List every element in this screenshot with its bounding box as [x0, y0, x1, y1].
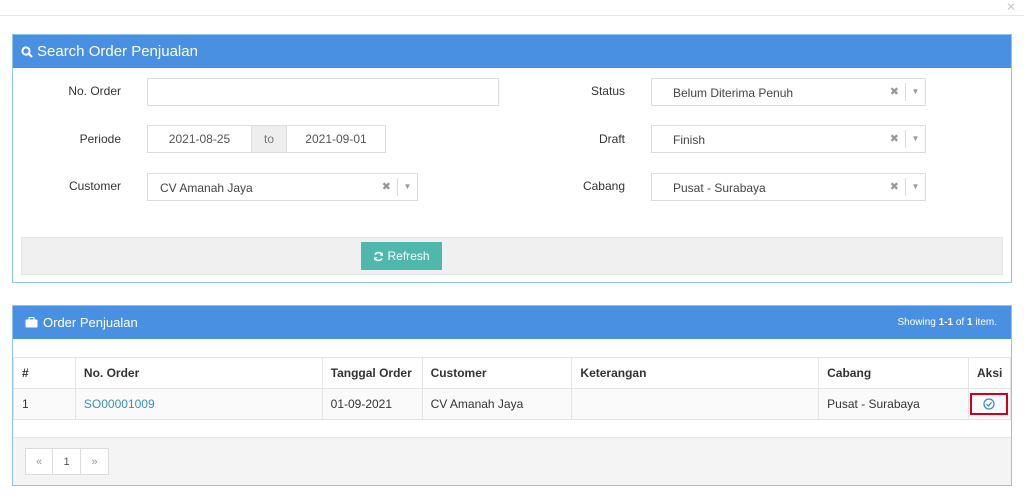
pager-page-1[interactable]: 1 [53, 448, 81, 475]
search-panel-title: Search Order Penjualan [37, 43, 198, 60]
select-order-button[interactable] [969, 393, 1008, 415]
chevron-down-icon[interactable]: ▼ [905, 178, 925, 196]
pager-next-button[interactable]: » [81, 448, 109, 475]
draft-select-value: Finish [673, 133, 706, 147]
modal-top-bar: ✕ [0, 0, 1024, 16]
column-header-aksi: Aksi [967, 357, 1012, 389]
cabang-select-value: Pusat - Surabaya [673, 181, 766, 195]
draft-label: Draft [598, 132, 625, 146]
column-header-no-order: No. Order [74, 357, 323, 389]
cell-customer: CV Amanah Jaya [421, 388, 573, 420]
order-panel-title: Order Penjualan [43, 315, 138, 330]
draft-select[interactable]: Finish ✖ ▼ [651, 125, 926, 153]
periode-label: Periode [79, 132, 121, 146]
no-order-input[interactable] [147, 78, 499, 106]
customer-select-value: CV Amanah Jaya [160, 181, 253, 195]
refresh-icon [373, 251, 384, 262]
clear-icon[interactable]: ✖ [890, 132, 899, 145]
periode-to-addon: to [252, 125, 286, 153]
cell-cabang: Pusat - Surabaya [818, 388, 969, 420]
column-header-tanggal-order: Tanggal Order [321, 357, 423, 389]
cabang-label: Cabang [582, 179, 625, 193]
briefcase-icon [25, 317, 38, 328]
clear-icon[interactable]: ✖ [382, 180, 391, 193]
clear-icon[interactable]: ✖ [890, 85, 899, 98]
refresh-button-label: Refresh [387, 249, 430, 263]
chevron-down-icon[interactable]: ▼ [905, 130, 925, 148]
close-icon[interactable]: ✕ [1006, 0, 1016, 14]
chevron-down-icon[interactable]: ▼ [397, 178, 417, 196]
search-toolbar: Refresh [21, 237, 1003, 275]
table-header-row: # No. Order Tanggal Order Customer Keter… [13, 357, 1012, 389]
cell-aksi [967, 388, 1012, 420]
search-panel-header: Search Order Penjualan [13, 35, 1011, 68]
cell-tanggal: 01-09-2021 [321, 388, 423, 420]
column-header-cabang: Cabang [818, 357, 969, 389]
pager-prev-button[interactable]: « [25, 448, 53, 475]
search-panel: Search Order Penjualan No. Order Periode… [12, 34, 1012, 283]
status-select-value: Belum Diterima Penuh [673, 86, 794, 100]
check-circle-icon [983, 398, 995, 410]
order-panel: Order Penjualan Showing 1-1 of 1 item. #… [12, 305, 1012, 486]
order-panel-header: Order Penjualan Showing 1-1 of 1 item. [13, 306, 1011, 339]
pagination-area: « 1 » [13, 437, 1011, 485]
periode-from-input[interactable]: 2021-08-25 [147, 125, 252, 153]
clear-icon[interactable]: ✖ [890, 180, 899, 193]
pagination: « 1 » [25, 448, 109, 475]
cell-keterangan [571, 388, 820, 420]
order-table: # No. Order Tanggal Order Customer Keter… [13, 357, 1012, 420]
status-label: Status [590, 84, 625, 98]
cabang-select[interactable]: Pusat - Surabaya ✖ ▼ [651, 173, 926, 201]
cell-no-order: SO00001009 [74, 388, 323, 420]
table-row: 1 SO00001009 01-09-2021 CV Amanah Jaya P… [13, 388, 1012, 420]
showing-summary: Showing 1-1 of 1 item. [897, 317, 997, 328]
periode-to-input[interactable]: 2021-09-01 [286, 125, 386, 153]
no-order-label: No. Order [68, 84, 121, 98]
customer-select[interactable]: CV Amanah Jaya ✖ ▼ [147, 173, 418, 201]
column-header-keterangan: Keterangan [571, 357, 820, 389]
column-header-num: # [13, 357, 76, 389]
chevron-down-icon[interactable]: ▼ [905, 83, 925, 101]
refresh-button[interactable]: Refresh [361, 242, 442, 270]
order-link[interactable]: SO00001009 [84, 397, 155, 411]
search-icon [21, 45, 33, 58]
status-select[interactable]: Belum Diterima Penuh ✖ ▼ [651, 78, 926, 106]
column-header-customer: Customer [421, 357, 573, 389]
cell-num: 1 [13, 388, 76, 420]
customer-label: Customer [68, 179, 121, 193]
